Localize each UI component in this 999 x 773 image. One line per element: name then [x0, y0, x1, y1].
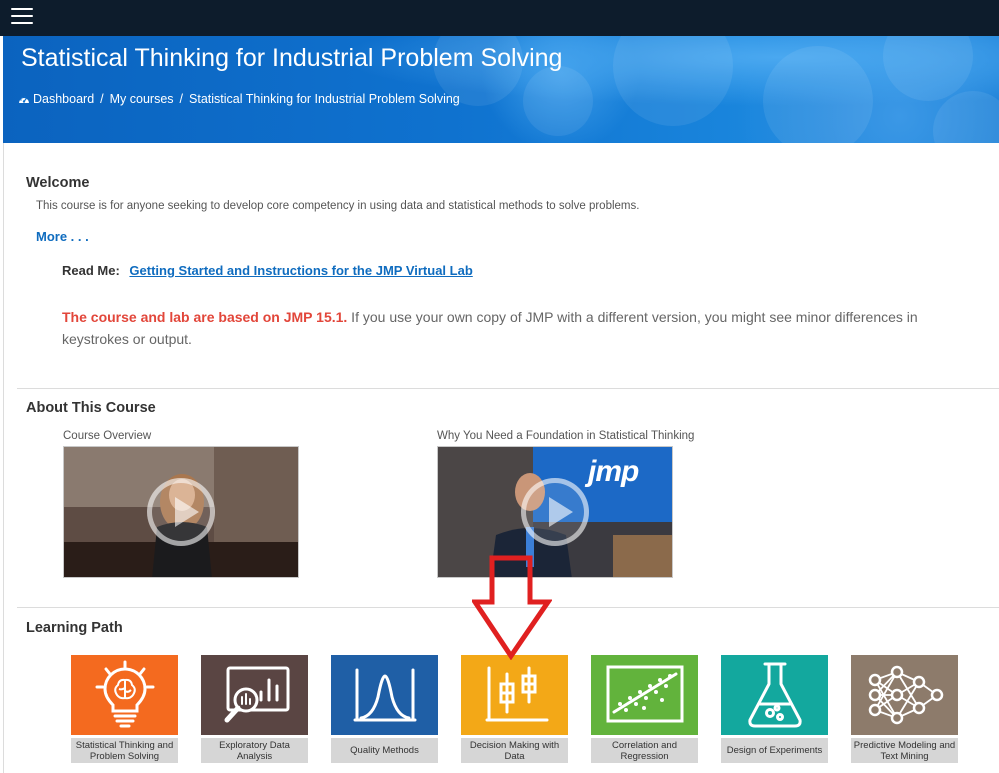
section-divider [17, 607, 999, 608]
module-label: Quality Methods [331, 738, 438, 763]
module-predictive-modeling-and-text-mining[interactable]: Predictive Modeling and Text Mining [851, 655, 958, 763]
breadcrumb: Dashboard / My courses / Statistical Thi… [18, 92, 460, 106]
page-title: Statistical Thinking for Industrial Prob… [21, 44, 563, 72]
module-label: Design of Experiments [721, 738, 828, 763]
video-caption-foundation: Why You Need a Foundation in Statistical… [437, 430, 695, 442]
welcome-heading: Welcome [26, 175, 90, 191]
foundation-video[interactable]: jmp [437, 446, 673, 578]
jmp-logo: jmp [588, 455, 639, 488]
scatter-regression-icon [606, 665, 683, 723]
module-label: Statistical Thinking and Problem Solving [71, 738, 178, 763]
bell-curve-icon [353, 668, 416, 722]
readme-label: Read Me: [62, 263, 120, 278]
top-navbar [0, 0, 999, 36]
module-exploratory-data-analysis[interactable]: Exploratory Data Analysis [201, 655, 308, 763]
neural-network-icon [868, 665, 943, 725]
play-icon[interactable] [147, 478, 215, 546]
breadcrumb-separator: / [179, 92, 184, 106]
flask-icon [747, 662, 802, 728]
hamburger-menu-icon[interactable] [11, 8, 33, 26]
module-label: Exploratory Data Analysis [201, 738, 308, 763]
course-overview-video[interactable] [63, 446, 299, 578]
module-design-of-experiments[interactable]: Design of Experiments [721, 655, 828, 763]
play-icon[interactable] [521, 478, 589, 546]
about-heading: About This Course [26, 400, 156, 416]
course-header-banner: Statistical Thinking for Industrial Prob… [3, 36, 999, 143]
lightbulb-brain-icon [95, 660, 154, 728]
module-decision-making-with-data[interactable]: Decision Making with Data [461, 655, 568, 763]
getting-started-link[interactable]: Getting Started and Instructions for the… [129, 263, 472, 278]
readme-row: Read Me: Getting Started and Instruction… [62, 263, 473, 278]
section-divider [17, 388, 999, 389]
breadcrumb-my-courses[interactable]: My courses [110, 92, 174, 106]
module-quality-methods[interactable]: Quality Methods [331, 655, 438, 763]
more-link[interactable]: More . . . [36, 229, 89, 244]
box-plot-icon [485, 666, 548, 722]
version-notice: The course and lab are based on JMP 15.1… [62, 306, 962, 350]
learning-path-heading: Learning Path [26, 620, 123, 636]
magnified-bar-chart-icon [224, 666, 289, 723]
breadcrumb-separator: / [100, 92, 104, 106]
module-label: Predictive Modeling and Text Mining [851, 738, 958, 763]
breadcrumb-current-course[interactable]: Statistical Thinking for Industrial Prob… [189, 92, 460, 106]
version-notice-bold: The course and lab are based on JMP 15.1… [62, 309, 348, 325]
module-label: Decision Making with Data [461, 738, 568, 763]
module-label: Correlation and Regression [591, 738, 698, 763]
dashboard-icon [19, 95, 29, 103]
video-caption-course-overview: Course Overview [63, 430, 152, 442]
module-correlation-and-regression[interactable]: Correlation and Regression [591, 655, 698, 763]
breadcrumb-dashboard[interactable]: Dashboard [33, 92, 94, 106]
module-statistical-thinking[interactable]: Statistical Thinking and Problem Solving [71, 655, 178, 763]
course-intro-text: This course is for anyone seeking to dev… [36, 200, 640, 212]
